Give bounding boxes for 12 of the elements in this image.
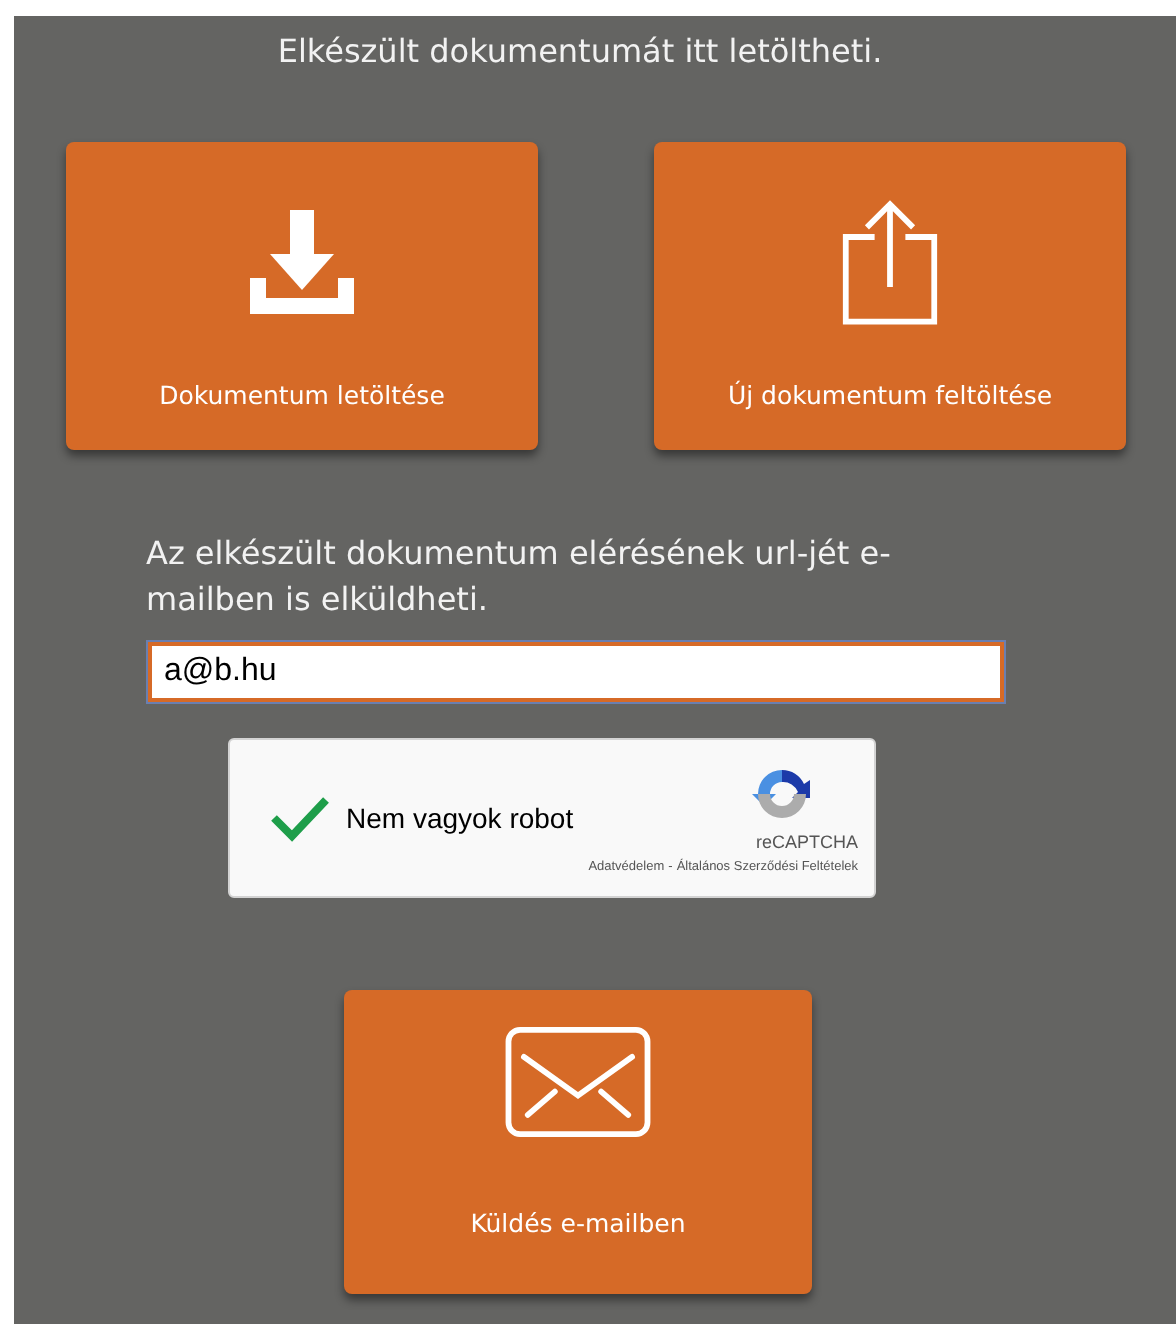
instruction-text: Az elkészült dokumentum elérésének url-jét e-mailben is elküldheti. [146, 532, 893, 622]
captcha-label: Nem vagyok robot [346, 802, 576, 834]
download-button[interactable]: Dokumentum letöltése [66, 142, 538, 450]
send-email-button[interactable]: Küldés e-mailben [344, 990, 812, 1294]
download-icon [246, 206, 358, 318]
email-input-field[interactable]: a@b.hu [148, 642, 1004, 702]
heading-text: Elkészült dokumentumát itt letöltheti. [275, 32, 885, 70]
envelope-icon [504, 1026, 652, 1138]
recaptcha-brand-text: reCAPTCHA [755, 832, 858, 852]
checkmark-icon[interactable] [270, 794, 330, 842]
upload-button[interactable]: Új dokumentum feltöltése [654, 142, 1126, 450]
upload-icon [840, 198, 940, 326]
